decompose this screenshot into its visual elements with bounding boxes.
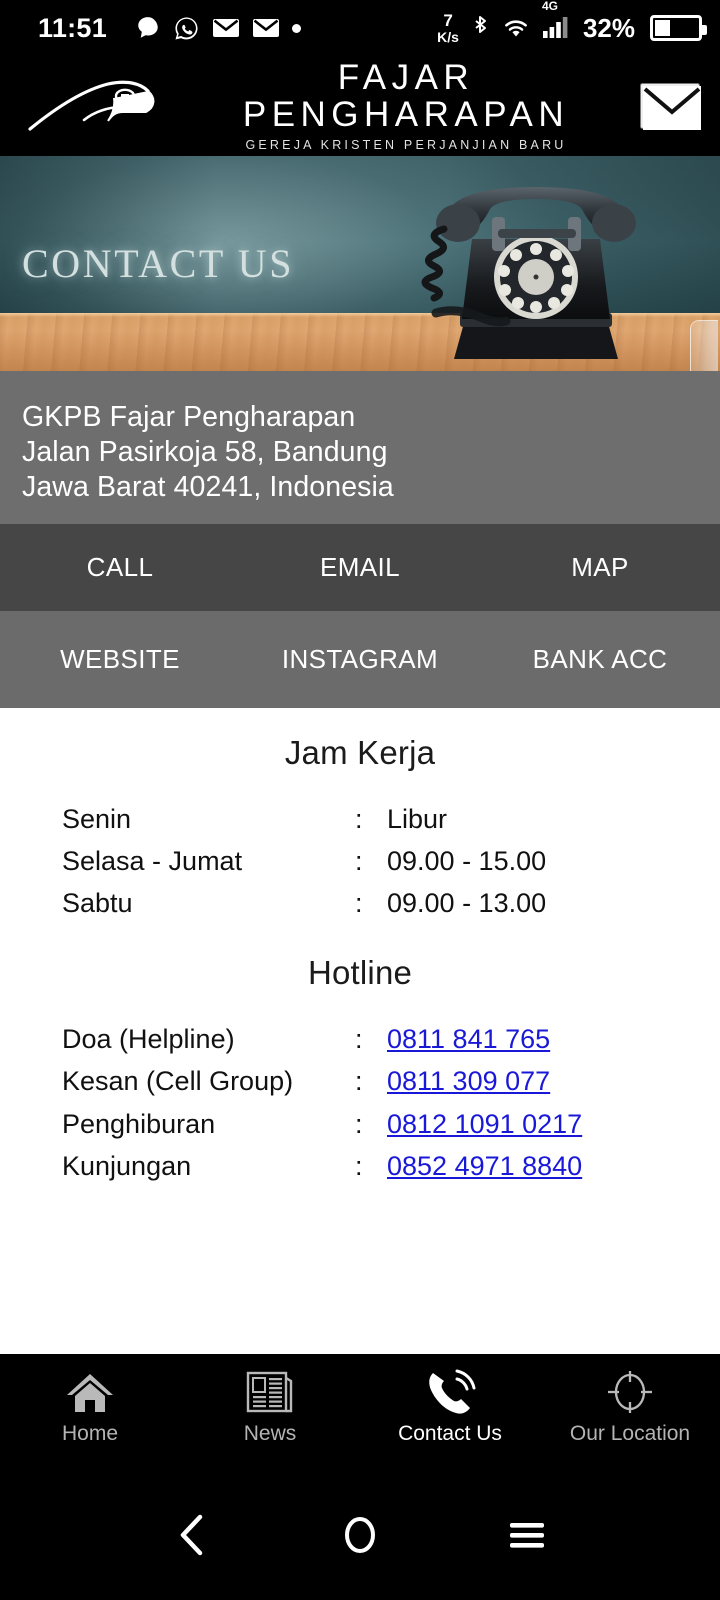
tab-contact-us[interactable]: Contact Us	[360, 1354, 540, 1446]
wifi-icon	[505, 20, 527, 37]
mobile-network-label: 4G	[541, 0, 558, 13]
chat-bubble-icon	[138, 17, 158, 38]
bluetooth-icon	[475, 16, 486, 33]
separator: :	[355, 1024, 363, 1055]
nav-menu-button[interactable]	[495, 1503, 559, 1567]
hotline-title: Hotline	[307, 954, 413, 992]
page-subtitle: GEREJA KRISTEN PERJANJIAN BARU	[245, 138, 567, 153]
website-button[interactable]: WEBSITE	[0, 644, 240, 675]
tab-contact-us-label: Contact Us	[398, 1422, 502, 1445]
primary-action-row: CALL EMAIL MAP	[0, 524, 720, 611]
separator: :	[355, 1066, 363, 1097]
separator: :	[355, 888, 363, 919]
map-button[interactable]: MAP	[480, 552, 720, 583]
main-content: Jam Kerja Senin : Libur Selasa - Jumat :…	[0, 708, 720, 1354]
working-hours-title: Jam Kerja	[284, 734, 436, 771]
hotline-phone-link[interactable]: 0812 1091 0217	[387, 1103, 720, 1145]
separator: :	[355, 804, 363, 834]
crosshair-location-icon	[540, 1364, 720, 1420]
rotary-telephone-illustration	[421, 187, 636, 359]
instagram-button[interactable]: INSTAGRAM	[240, 644, 480, 675]
address-line-2: Jalan Pasirkoja 58, Bandung	[22, 435, 388, 468]
call-button[interactable]: CALL	[0, 552, 240, 583]
brand-block: FAJAR PENGHARAPAN GEREJA KRISTEN PERJANJ…	[182, 57, 640, 153]
hotline-phone-link[interactable]: 0811 309 077	[387, 1060, 720, 1102]
status-bar: 11:51 7 K/s 4G 32%	[0, 0, 720, 56]
mail-icon	[253, 19, 280, 37]
eagle-logo	[22, 71, 182, 141]
battery-icon	[650, 15, 707, 41]
signal-bars-icon	[542, 16, 568, 38]
dot-icon	[292, 23, 302, 33]
working-hours-value: Libur	[387, 804, 448, 834]
hotline-label: Doa (Helpline)	[62, 1024, 235, 1055]
hotline-row: Kesan (Cell Group) : 0811 309 077	[0, 1060, 720, 1102]
network-speed-unit: K/s	[437, 29, 459, 45]
status-bar-notification-icons	[135, 15, 302, 42]
envelope-icon	[643, 86, 701, 130]
status-bar-clock: 11:51	[38, 12, 108, 43]
hero-title: CONTACT US	[22, 241, 295, 286]
working-hours-row: Selasa - Jumat : 09.00 - 15.00	[0, 840, 720, 882]
hero-banner: CONTACT US	[0, 156, 720, 371]
tab-home-label: Home	[61, 1422, 119, 1445]
hotline-label: Kesan (Cell Group)	[62, 1066, 294, 1097]
network-speed-indicator: 7 K/s	[437, 12, 459, 44]
working-hours-row: Senin : Libur	[0, 798, 720, 840]
working-hours-day: Sabtu	[62, 888, 133, 919]
mail-icon	[213, 19, 240, 37]
address-line-3: Jawa Barat 40241, Indonesia	[22, 470, 394, 503]
network-speed-value: 7	[443, 11, 453, 30]
working-hours-day: Selasa - Jumat	[62, 846, 243, 877]
android-navigation-bar	[0, 1470, 720, 1600]
hotline-row: Penghiburan : 0812 1091 0217	[0, 1103, 720, 1145]
separator: :	[355, 1108, 363, 1139]
tab-our-location[interactable]: Our Location	[540, 1354, 720, 1446]
phone-ringing-icon	[360, 1364, 540, 1420]
hotline-list: Doa (Helpline) : 0811 841 765 Kesan (Cel…	[0, 1018, 720, 1186]
hotline-label: Kunjungan	[62, 1150, 192, 1181]
tab-our-location-label: Our Location	[569, 1422, 691, 1445]
working-hours-value: 09.00 - 15.00	[387, 846, 547, 877]
back-chevron-icon	[181, 1514, 203, 1556]
app-header: FAJAR PENGHARAPAN GEREJA KRISTEN PERJANJ…	[0, 56, 720, 156]
hotline-phone-link[interactable]: 0811 841 765	[387, 1018, 720, 1060]
working-hours-row: Sabtu : 09.00 - 13.00	[0, 882, 720, 924]
bank-acc-button[interactable]: BANK ACC	[480, 644, 720, 675]
nav-home-button[interactable]	[328, 1503, 392, 1567]
status-bar-system-icons: 7 K/s 4G 32%	[437, 0, 707, 44]
tab-home[interactable]: Home	[0, 1354, 180, 1446]
hotline-section: Hotline Doa (Helpline) : 0811 841 765 Ke…	[0, 924, 720, 1186]
hotline-row: Doa (Helpline) : 0811 841 765	[0, 1018, 720, 1060]
header-mail-button[interactable]	[640, 83, 701, 130]
email-button[interactable]: EMAIL	[240, 552, 480, 583]
app-screen: 11:51 7 K/s 4G 32% FAJAR PENGHARAPAN GER…	[0, 0, 720, 1600]
hotline-phone-link[interactable]: 0852 4971 8840	[387, 1145, 720, 1187]
separator: :	[355, 846, 363, 877]
whatsapp-icon	[175, 16, 198, 40]
working-hours-section: Jam Kerja Senin : Libur Selasa - Jumat :…	[0, 708, 720, 924]
address-line-1: GKPB Fajar Pengharapan	[22, 401, 356, 433]
mobile-signal-indicator: 4G	[542, 0, 570, 44]
address-block: GKPB Fajar Pengharapan Jalan Pasirkoja 5…	[0, 371, 720, 524]
hotline-label: Penghiburan	[62, 1108, 216, 1139]
bottom-tab-bar: Home News Contact Us Our Location	[0, 1354, 720, 1470]
working-hours-value: 09.00 - 13.00	[387, 888, 547, 919]
working-hours-day: Senin	[62, 804, 132, 834]
page-title: FAJAR PENGHARAPAN	[242, 57, 570, 134]
hotline-row: Kunjungan : 0852 4971 8840	[0, 1145, 720, 1187]
home-icon	[0, 1364, 180, 1420]
hamburger-menu-icon	[509, 1523, 544, 1548]
tab-news[interactable]: News	[180, 1354, 360, 1446]
working-hours-list: Senin : Libur Selasa - Jumat : 09.00 - 1…	[0, 798, 720, 924]
tab-news-label: News	[243, 1422, 297, 1445]
newspaper-icon	[180, 1364, 360, 1420]
nav-back-button[interactable]	[161, 1503, 225, 1567]
secondary-action-row: WEBSITE INSTAGRAM BANK ACC	[0, 611, 720, 708]
separator: :	[355, 1150, 363, 1181]
home-circle-icon	[344, 1517, 375, 1553]
battery-percent-label: 32%	[582, 12, 635, 43]
